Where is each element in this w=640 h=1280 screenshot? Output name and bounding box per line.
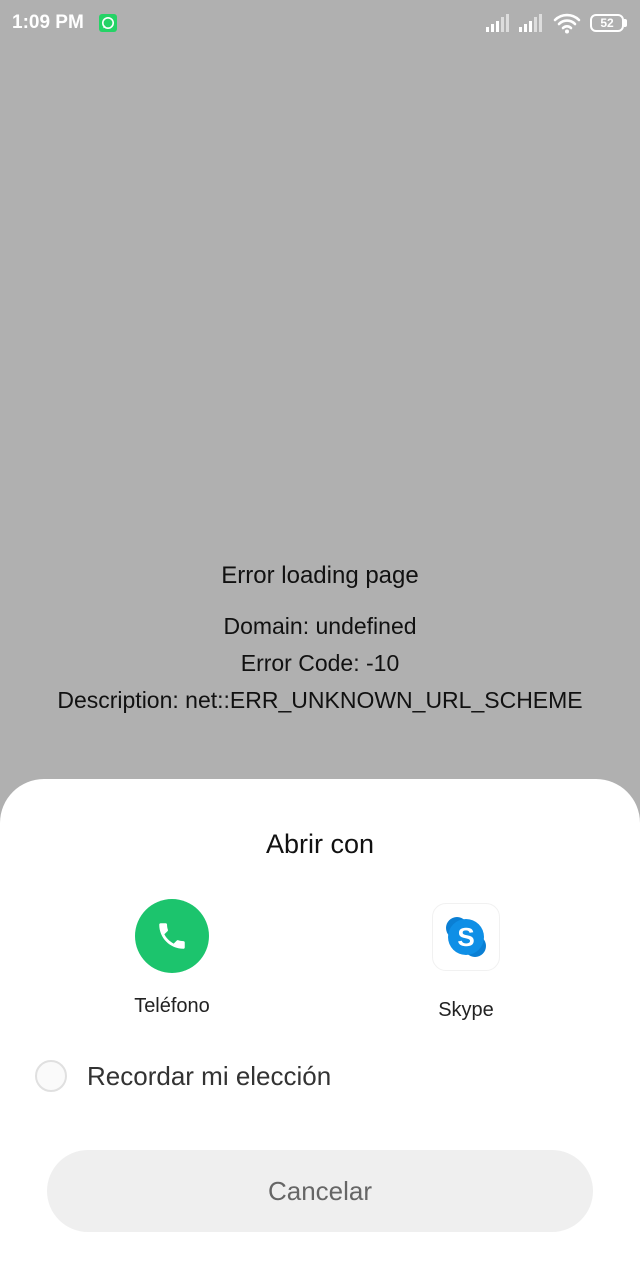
status-time: 1:09 PM [12, 12, 84, 33]
battery-level: 52 [600, 16, 614, 30]
error-domain: Domain: undefined [223, 613, 417, 639]
open-with-sheet: Abrir con Teléfono S Skype Recordar mi e… [0, 779, 640, 1280]
app-option-skype[interactable]: S Skype [386, 899, 546, 1022]
app-label-phone: Teléfono [134, 995, 210, 1017]
error-title: Error loading page [221, 562, 419, 589]
battery-tip [624, 19, 627, 27]
status-bar: 1:09 PM 52 [0, 0, 640, 48]
sheet-title: Abrir con [265, 829, 375, 859]
remember-choice[interactable]: Recordar mi elección [35, 1058, 331, 1094]
battery-icon: 52 [590, 14, 624, 32]
error-message: Error loading page Domain: undefined Err… [0, 558, 640, 719]
error-code: Error Code: -10 [240, 650, 400, 676]
phone-icon[interactable] [135, 899, 209, 973]
error-description: Description: net::ERR_UNKNOWN_URL_SCHEME [57, 687, 583, 713]
app-label-skype: Skype [438, 999, 494, 1021]
remember-radio[interactable] [35, 1060, 67, 1092]
whatsapp-notification-icon [99, 14, 117, 32]
remember-label: Recordar mi elección [87, 1060, 332, 1091]
svg-text:S: S [457, 922, 474, 952]
signal-icon [486, 14, 512, 37]
app-option-phone[interactable]: Teléfono [92, 899, 252, 1018]
signal-icon [519, 14, 545, 37]
skype-icon[interactable]: S [429, 903, 503, 977]
cancel-button[interactable]: Cancelar [47, 1150, 593, 1232]
wifi-icon [553, 12, 581, 39]
